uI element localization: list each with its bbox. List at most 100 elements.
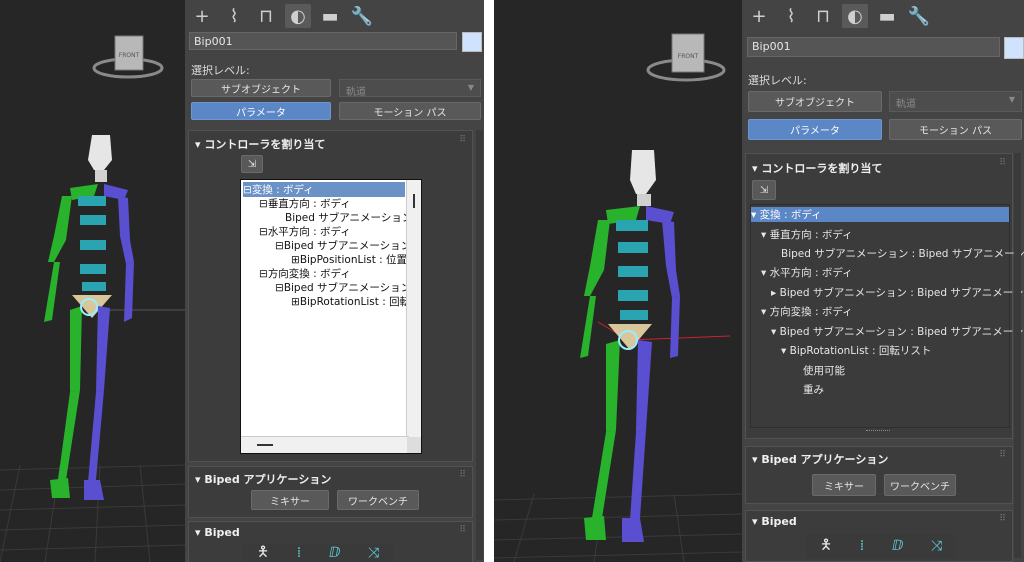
biped-title[interactable]: ▾ Biped — [752, 515, 797, 528]
trajectory-dropdown[interactable]: 軌道 ▼ — [889, 91, 1022, 112]
parameters-button[interactable]: パラメータ — [748, 119, 882, 140]
rollout-grip-icon[interactable]: ⠿ — [459, 525, 466, 535]
scrollbar-thumb[interactable] — [413, 194, 415, 208]
viewcube-label: FRONT — [119, 52, 140, 59]
sub-object-button[interactable]: サブオブジェクト — [748, 91, 882, 112]
curve-icon[interactable]: ⌇ — [221, 4, 247, 28]
chevron-down-icon: ▼ — [1008, 95, 1015, 104]
rollout-grip-icon[interactable]: ⠿ — [459, 135, 466, 145]
assign-controller-button[interactable]: ⇲ — [241, 155, 263, 173]
biped-title-text: Biped — [204, 526, 240, 539]
curve-icon[interactable]: ⌇ — [778, 4, 804, 28]
motion-path-button[interactable]: モーション パス — [339, 102, 481, 120]
tree-item[interactable]: ⊟変換 : ボディ — [243, 182, 405, 197]
tree-item[interactable]: ▸ Biped サブアニメーション : Biped サブアニメーション — [771, 285, 1024, 300]
right-command-panel: + ⌇ ⊓ ◐ ▬ 🔧 Bip001 選択レベル: サブオブジェクト 軌道 ▼ … — [742, 0, 1024, 562]
left-command-panel: + ⌇ ⊓ ◐ ▬ 🔧 Bip001 選択レベル: サブオブジェクト 軌道 ▼ … — [185, 0, 484, 562]
biped-apps-title-text: Biped アプリケーション — [204, 473, 332, 486]
footstep-mode-icon[interactable]: ⁞ — [860, 538, 864, 554]
workbench-button[interactable]: ワークベンチ — [337, 490, 419, 510]
tree-horizontal-scrollbar[interactable] — [241, 436, 409, 453]
tree-item[interactable]: ⊟垂直方向 : ボディ — [259, 196, 351, 211]
footstep-mode-icon[interactable]: ⁞ — [297, 545, 301, 561]
assign-controller-title[interactable]: ▾ コントローラを割り当て — [195, 136, 325, 152]
assign-controller-button[interactable]: ⇲ — [752, 180, 776, 200]
assign-controller-rollout: ▾ コントローラを割り当て ⠿ ⇲ ▾ 変換 : ボディ ▾ 垂直方向 : ボデ… — [745, 153, 1024, 439]
tree-item[interactable]: 使用可能 — [803, 363, 845, 378]
tree-item[interactable]: ⊟Biped サブアニメーション : — [275, 238, 418, 253]
tree-item[interactable]: Biped サブアニメーション : Biped サブアニメーション — [781, 246, 1024, 261]
left-viewport[interactable]: FRONT — [0, 0, 185, 562]
right-viewport[interactable]: FRONT — [494, 0, 742, 562]
tree-item-label: Biped サブアニメーション : — [283, 240, 419, 252]
controller-tree[interactable]: ▾ 変換 : ボディ ▾ 垂直方向 : ボディ Biped サブアニメーション … — [750, 204, 1024, 428]
tree-item[interactable]: ⊟Biped サブアニメーション : — [275, 280, 418, 295]
mixer-button[interactable]: ミキサー — [251, 490, 329, 510]
biped-title[interactable]: ▾ Biped — [195, 526, 240, 539]
parameters-button[interactable]: パラメータ — [191, 102, 331, 120]
motion-icon[interactable]: ◐ — [842, 4, 868, 28]
object-color-swatch[interactable] — [1004, 37, 1024, 59]
assign-controller-title-text: コントローラを割り当て — [204, 138, 326, 151]
tree-item-label: BipRotationList : 回転 — [299, 296, 411, 308]
motion-path-button[interactable]: モーション パス — [889, 119, 1022, 140]
tree-item-label: Biped サブアニメーション : Biped サブアニメーション — [779, 326, 1024, 338]
biped-figure[interactable] — [44, 135, 134, 500]
hierarchy-icon[interactable]: ⊓ — [810, 4, 836, 28]
tree-item[interactable]: Biped サブアニメーション : — [285, 210, 419, 225]
viewcube[interactable]: FRONT — [92, 35, 164, 79]
tree-item[interactable]: ⊟方向変換 : ボディ — [259, 266, 351, 281]
panel-scrollbar[interactable] — [476, 130, 483, 560]
plus-icon[interactable]: + — [189, 4, 215, 28]
object-color-swatch[interactable] — [462, 32, 482, 52]
plus-icon[interactable]: + — [746, 4, 772, 28]
tree-item[interactable]: ⊞BipRotationList : 回転 — [291, 294, 410, 309]
biped-apps-title[interactable]: ▾ Biped アプリケーション — [195, 471, 331, 487]
wrench-icon[interactable]: 🔧 — [349, 4, 375, 28]
tree-item[interactable]: ▾ Biped サブアニメーション : Biped サブアニメーション — [771, 324, 1024, 339]
tree-item[interactable]: ▾ 水平方向 : ボディ — [761, 265, 853, 280]
hierarchy-icon[interactable]: ⊓ — [253, 4, 279, 28]
object-name-field[interactable]: Bip001 — [747, 37, 1000, 57]
assign-controller-title[interactable]: ▾ コントローラを割り当て — [752, 160, 882, 176]
object-name-field[interactable]: Bip001 — [189, 32, 457, 50]
tree-item[interactable]: ⊞BipPositionList : 位置! — [291, 252, 411, 267]
display-icon[interactable]: ▬ — [874, 4, 900, 28]
viewcube-label: FRONT — [678, 53, 699, 60]
tree-item[interactable]: ▾ 変換 : ボディ — [751, 207, 1009, 222]
mixer-mode-icon[interactable]: ⤨ — [368, 545, 379, 561]
mixer-button[interactable]: ミキサー — [812, 474, 876, 496]
rollout-grip-icon[interactable]: ⠿ — [999, 158, 1006, 168]
command-panel-tabs: + ⌇ ⊓ ◐ ▬ 🔧 — [742, 0, 936, 32]
workbench-button[interactable]: ワークベンチ — [884, 474, 956, 496]
biped-title-text: Biped — [761, 515, 797, 528]
motion-flow-icon[interactable]: ⅅ — [892, 538, 903, 554]
tree-item[interactable]: ▾ 垂直方向 : ボディ — [761, 227, 853, 242]
figure-mode-icon[interactable]: 🯅 — [820, 534, 832, 558]
rollout-grip-icon[interactable]: ⠿ — [999, 450, 1006, 460]
rollout-grip-icon[interactable]: ⠿ — [459, 470, 466, 480]
controller-tree[interactable]: ⊟変換 : ボディ ⊟垂直方向 : ボディ Biped サブアニメーション : … — [240, 179, 422, 454]
tree-resize-handle[interactable] — [866, 430, 890, 433]
biped-rollout: ▾ Biped ⠿ 🯅 ⁞ ⅅ ⤨ — [745, 510, 1013, 562]
rollout-grip-icon[interactable]: ⠿ — [999, 514, 1006, 524]
mixer-mode-icon[interactable]: ⤨ — [931, 538, 942, 554]
trajectory-dropdown[interactable]: 軌道 ▼ — [339, 79, 481, 98]
figure-mode-icon[interactable]: 🯅 — [257, 541, 269, 562]
tree-item-label: 使用可能 — [803, 365, 845, 377]
tree-item[interactable]: ▾ BipRotationList : 回転リスト — [781, 343, 931, 358]
tree-item[interactable]: ▾ 方向変換 : ボディ — [761, 304, 853, 319]
tree-item[interactable]: 重み — [803, 382, 824, 397]
scrollbar-thumb[interactable] — [257, 444, 273, 446]
tree-item[interactable]: ⊟水平方向 : ボディ — [259, 224, 351, 239]
viewcube[interactable]: FRONT — [646, 33, 726, 82]
motion-icon[interactable]: ◐ — [285, 4, 311, 28]
biped-apps-title[interactable]: ▾ Biped アプリケーション — [752, 451, 888, 467]
display-icon[interactable]: ▬ — [317, 4, 343, 28]
wrench-icon[interactable]: 🔧 — [906, 4, 932, 28]
panel-scrollbar[interactable] — [1014, 153, 1021, 558]
biped-figure[interactable] — [580, 150, 680, 542]
motion-flow-icon[interactable]: ⅅ — [329, 545, 340, 561]
sub-object-button[interactable]: サブオブジェクト — [191, 79, 331, 97]
tree-vertical-scrollbar[interactable] — [406, 180, 421, 438]
